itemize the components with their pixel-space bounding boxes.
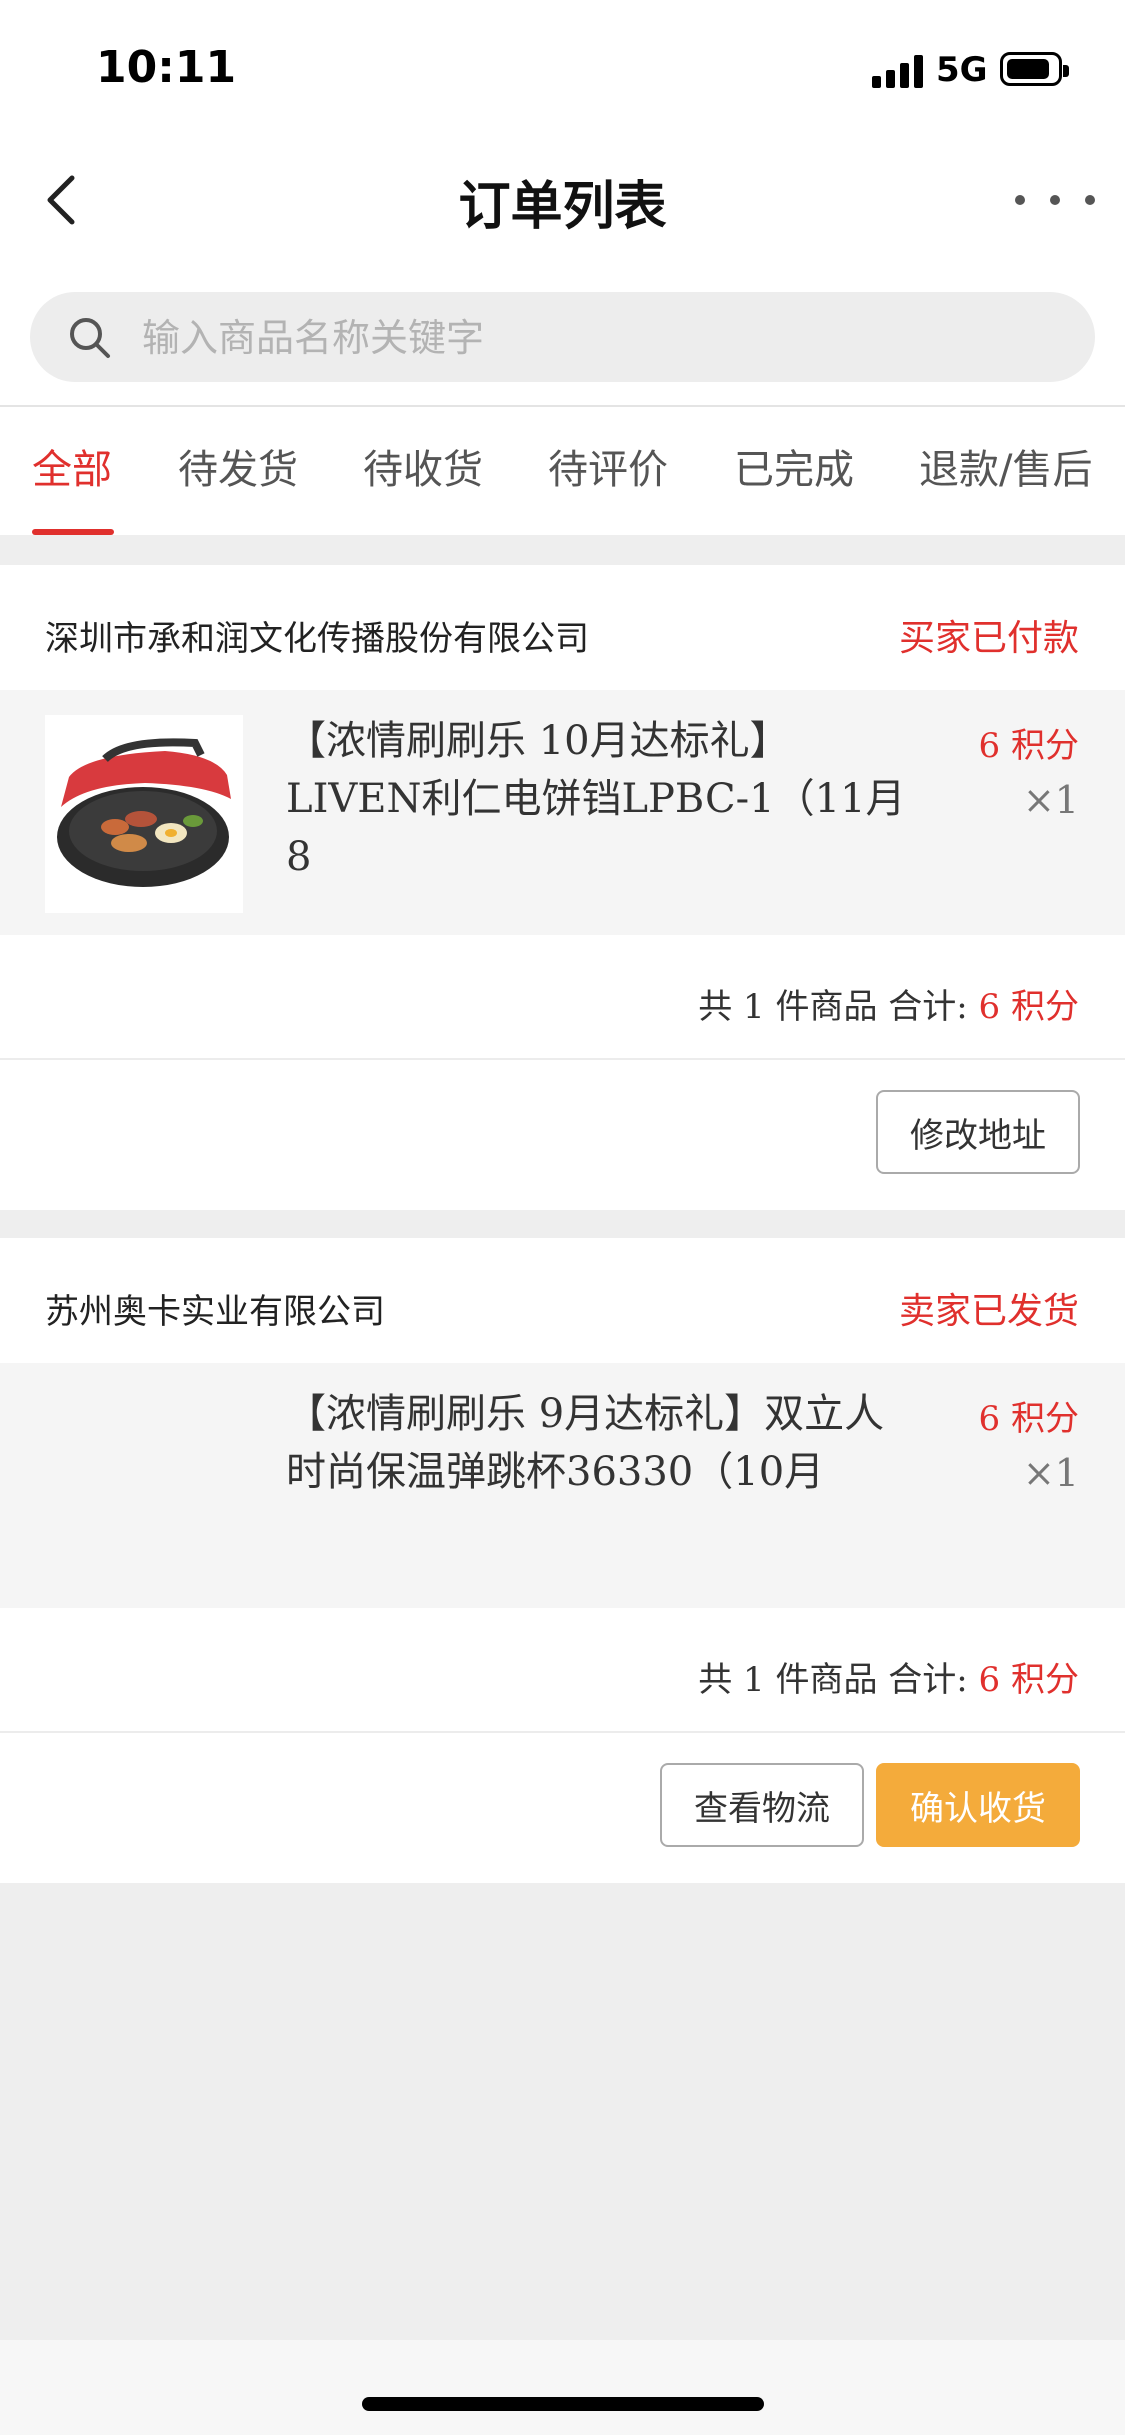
battery-icon xyxy=(1000,52,1069,86)
dot-icon xyxy=(1085,195,1095,205)
summary-label: 共 1 件商品 合计: xyxy=(698,987,979,1027)
product-quantity: ×1 xyxy=(1022,778,1079,822)
order-card: 深圳市承和润文化传播股份有限公司 买家已付款 【浓情刷刷乐 10月达标礼】LIV… xyxy=(0,565,1125,1210)
more-options-button[interactable] xyxy=(1015,170,1095,230)
order-tabs: 全部 待发货 待收货 待评价 已完成 退款/售后 xyxy=(0,405,1125,535)
product-name: 【浓情刷刷乐 10月达标礼】LIVEN利仁电饼铛LPBC-1（11月8 xyxy=(286,718,906,880)
status-time: 10:11 xyxy=(96,42,237,93)
signal-icon xyxy=(872,54,924,88)
seller-name: 深圳市承和润文化传播股份有限公司 xyxy=(45,619,589,659)
tab-pending-review[interactable]: 待评价 xyxy=(548,437,668,495)
order-actions: 查看物流 确认收货 xyxy=(0,1733,1125,1878)
nav-header: 订单列表 xyxy=(0,140,1125,260)
product-price: 6 积分 xyxy=(978,1399,1079,1439)
product-image xyxy=(45,715,243,913)
order-summary: 共 1 件商品 合计: 6 积分 xyxy=(0,1608,1125,1733)
seller-name: 苏州奥卡实业有限公司 xyxy=(45,1292,385,1332)
summary-text: 共 1 件商品 合计: 6 积分 xyxy=(698,979,1079,1028)
tab-completed[interactable]: 已完成 xyxy=(734,437,854,495)
confirm-receipt-button[interactable]: 确认收货 xyxy=(876,1763,1080,1847)
dot-icon xyxy=(1050,195,1060,205)
home-indicator xyxy=(362,2397,764,2411)
view-logistics-button[interactable]: 查看物流 xyxy=(660,1763,864,1847)
page-title: 订单列表 xyxy=(458,177,667,237)
tab-refund-aftersale[interactable]: 退款/售后 xyxy=(919,437,1092,495)
product-price: 6 积分 xyxy=(978,726,1079,766)
tab-all[interactable]: 全部 xyxy=(32,437,112,495)
active-tab-indicator xyxy=(32,529,114,535)
order-header: 苏州奥卡实业有限公司 卖家已发货 xyxy=(0,1238,1125,1363)
summary-total: 6 积分 xyxy=(978,987,1079,1027)
status-bar: 10:11 5G xyxy=(0,0,1125,140)
order-item[interactable]: 【浓情刷刷乐 10月达标礼】LIVEN利仁电饼铛LPBC-1（11月8 6 积分… xyxy=(0,690,1125,935)
order-status: 买家已付款 xyxy=(898,618,1079,659)
search-area xyxy=(0,260,1125,405)
tab-pending-shipment[interactable]: 待发货 xyxy=(178,437,298,495)
order-actions: 修改地址 xyxy=(0,1060,1125,1205)
search-input[interactable] xyxy=(140,292,1044,384)
bottom-safe-area xyxy=(0,2340,1125,2435)
search-bar[interactable] xyxy=(30,292,1095,384)
modify-address-button[interactable]: 修改地址 xyxy=(876,1090,1080,1174)
order-card: 苏州奥卡实业有限公司 卖家已发货 【浓情刷刷乐 9月达标礼】双立人 时尚保温弹跳… xyxy=(0,1238,1125,1883)
order-item[interactable]: 【浓情刷刷乐 9月达标礼】双立人 时尚保温弹跳杯36330（10月 6 积分 ×… xyxy=(0,1363,1125,1608)
product-name: 【浓情刷刷乐 9月达标礼】双立人 时尚保温弹跳杯36330（10月 xyxy=(286,1391,885,1495)
summary-text: 共 1 件商品 合计: 6 积分 xyxy=(698,1652,1079,1701)
summary-label: 共 1 件商品 合计: xyxy=(698,1660,979,1700)
search-icon xyxy=(70,318,110,358)
network-type: 5G xyxy=(936,50,988,90)
order-summary: 共 1 件商品 合计: 6 积分 xyxy=(0,935,1125,1060)
order-status: 卖家已发货 xyxy=(898,1291,1079,1332)
product-quantity: ×1 xyxy=(1022,1451,1079,1495)
summary-total: 6 积分 xyxy=(978,1660,1079,1700)
order-header: 深圳市承和润文化传播股份有限公司 买家已付款 xyxy=(0,565,1125,690)
tab-pending-receipt[interactable]: 待收货 xyxy=(363,437,483,495)
dot-icon xyxy=(1015,195,1025,205)
